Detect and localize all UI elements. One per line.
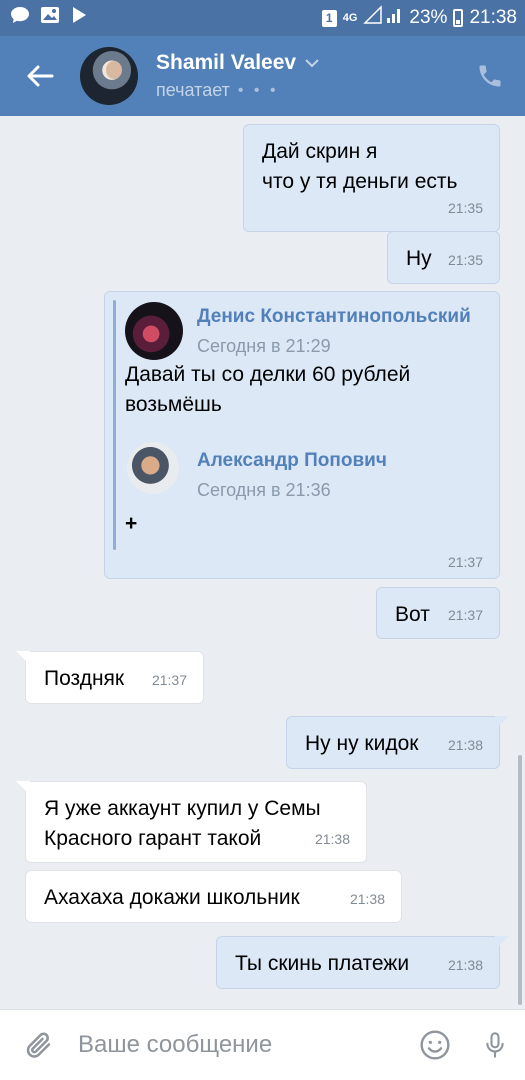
nested-author-avatar[interactable] [127,442,179,494]
forward-text: Давай ты со делки 60 рублей возьмёшь [125,363,411,416]
message-input[interactable] [78,1020,405,1070]
message-time: 21:38 [314,831,350,847]
gallery-icon [40,6,60,30]
play-store-icon [70,6,88,30]
typing-status: печатает [156,80,230,100]
contact-avatar[interactable] [80,47,138,105]
battery-icon [453,9,464,27]
message-bubble[interactable]: Дай скрин я что у тя деньги есть 21:35 [243,124,500,232]
emoji-button[interactable] [405,1010,465,1080]
message-time: 21:38 [447,957,483,973]
chat-icon [10,6,30,30]
message-text: Ты скинь платежи [235,952,410,975]
message-time: 21:37 [447,607,483,623]
battery-percent: 23% [409,7,448,28]
message-bubble[interactable]: Ты скинь платежи 21:38 [216,936,509,989]
message-bubble[interactable]: Ну 21:35 [387,231,500,284]
message-bubble[interactable]: Поздняк 21:37 [16,651,204,704]
back-arrow-icon [27,65,54,87]
message-text: Ахахаха докажи школьник [44,886,300,909]
voice-button[interactable] [465,1010,525,1080]
forward-author-name[interactable]: Денис Константинопольский [197,306,471,328]
contact-info[interactable]: Shamil Valeev печатает • • • [156,51,455,101]
message-time: 21:38 [447,737,483,753]
signal-icon [363,5,403,31]
message-bubble[interactable]: Ну ну кидок 21:38 [286,716,509,769]
message-composer [0,1009,525,1080]
back-button[interactable] [0,36,80,116]
message-bubble[interactable]: Я уже аккаунт купил у Семы Красного гара… [16,781,367,863]
message-bubble[interactable]: Вот 21:37 [376,587,500,639]
call-button[interactable] [455,36,525,116]
attach-button[interactable] [0,1010,78,1080]
mic-icon [486,1032,504,1058]
forward-indicator [113,300,116,550]
message-time: 21:37 [151,672,187,688]
phone-icon [479,65,501,87]
chat-header: Shamil Valeev печатает • • • [0,36,525,116]
forward-date: Сегодня в 21:29 [197,336,331,356]
message-time: 21:35 [447,200,483,216]
contact-name: Shamil Valeev [156,51,297,74]
status-bar: 1 4G 23% 21:38 [0,0,525,36]
message-time: 21:38 [349,891,385,907]
attach-icon [26,1032,51,1058]
message-time: 21:35 [447,252,483,268]
message-list[interactable]: Дай скрин я что у тя деньги есть 21:35 Н… [0,116,525,1006]
scrollbar[interactable] [518,755,522,1005]
nested-date: Сегодня в 21:36 [197,480,331,500]
message-bubble[interactable]: Ахахаха докажи школьник 21:38 [25,870,402,923]
nested-text: + [125,512,138,535]
nested-author-name[interactable]: Александр Попович [197,450,387,472]
forward-author-avatar[interactable] [125,302,183,360]
sim-icon: 1 [321,9,337,27]
forwarded-message[interactable]: Денис Константинопольский Сегодня в 21:2… [104,291,500,579]
network-label: 4G [342,11,358,24]
chevron-down-icon [305,59,319,68]
message-text: Дай скрин я что у тя деньги есть [262,140,458,193]
clock: 21:38 [469,7,517,28]
emoji-icon [420,1030,450,1060]
message-text: Я уже аккаунт купил у Семы Красного гара… [44,797,321,850]
message-time: 21:37 [447,554,483,570]
typing-dots: • • • [237,81,279,99]
